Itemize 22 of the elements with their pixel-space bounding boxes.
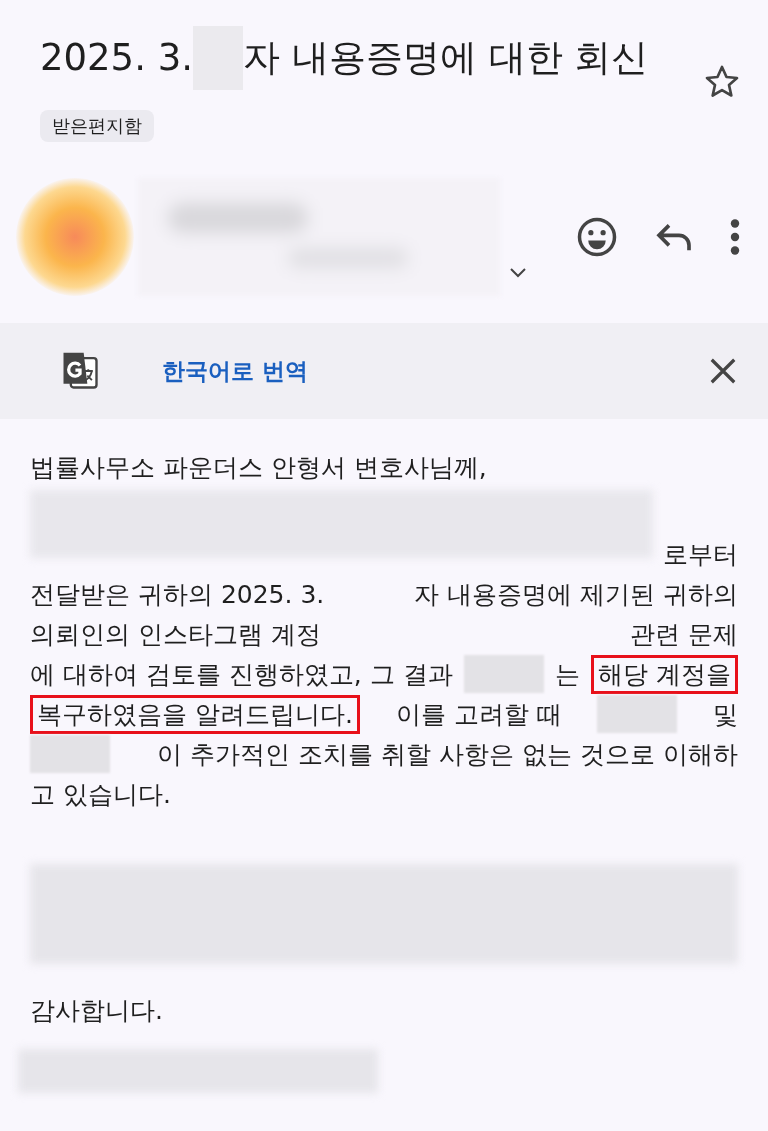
highlighted-text: 해당 계정을 [591, 654, 738, 694]
body-text: 전달받은 귀하의 2025. 3. [30, 578, 325, 611]
email-subject: 자 내용증명에 대한 회신 [243, 35, 649, 81]
chevron-down-icon[interactable] [508, 265, 528, 278]
close-icon[interactable] [708, 356, 738, 386]
highlighted-text: 복구하였음을 알려드립니다. [30, 694, 360, 734]
body-text: 에 대하여 검토를 진행하였고, 그 결과 [30, 658, 453, 691]
body-text: 로부터 [663, 538, 738, 571]
body-text: 의뢰인의 인스타그램 계정 [30, 618, 321, 651]
body-text: 이를 고려할 때 [395, 698, 562, 731]
body-text: 는 [554, 658, 580, 691]
email-subject: 2025. 3. [40, 35, 193, 81]
body-text: 이 추가적인 조치를 취할 사항은 없는 것으로 이해하 [157, 738, 738, 771]
closing-text: 감사합니다. [30, 995, 164, 1027]
more-icon[interactable] [730, 218, 740, 255]
body-text: 및 [712, 698, 738, 731]
body-text: 고 있습니다. [30, 778, 171, 811]
body-text: 자 내용증명에 제기된 귀하의 [414, 578, 738, 611]
emoji-icon[interactable] [576, 215, 618, 258]
greeting-text: 법률사무소 파운더스 안형서 변호사님께, [30, 452, 488, 484]
folder-label: 받은편지함 [40, 110, 154, 142]
body-text: 관련 문제 [630, 618, 738, 651]
